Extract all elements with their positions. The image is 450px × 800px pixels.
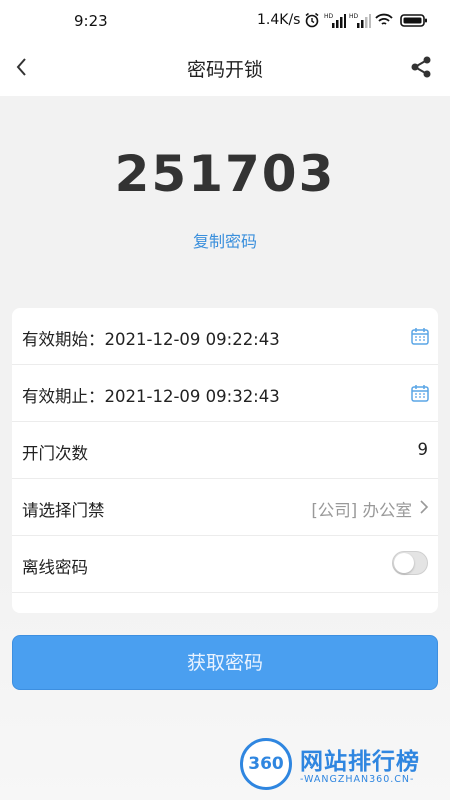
offline-password-row: 离线密码 <box>12 536 438 593</box>
valid-until-row[interactable]: 有效期止：2021-12-09 09:32:43 <box>12 365 438 422</box>
open-count-value: 9 <box>417 440 429 459</box>
password-code: 251703 <box>114 145 336 203</box>
get-password-button[interactable]: 获取密码 <box>12 635 438 690</box>
watermark-logo: 360 <box>240 738 292 790</box>
valid-from-value: 2021-12-09 09:22:43 <box>104 330 280 349</box>
valid-from-row[interactable]: 有效期始：2021-12-09 09:22:43 <box>12 308 438 365</box>
select-door-row[interactable]: 请选择门禁 [公司] 办公室 <box>12 479 438 536</box>
app-header: 密码开锁 <box>0 38 450 96</box>
signal-hd-icon: HD <box>349 13 371 28</box>
svg-text:HD: HD <box>324 13 334 20</box>
battery-icon <box>400 14 427 27</box>
offline-password-label: 离线密码 <box>22 558 88 577</box>
valid-from-label: 有效期始：2021-12-09 09:22:43 <box>22 330 280 349</box>
calendar-icon[interactable] <box>410 326 430 346</box>
toggle-knob <box>394 553 414 573</box>
status-bar: 9:23 1.4K/s HD HD <box>0 0 450 38</box>
watermark-title: 网站排行榜 <box>300 749 420 775</box>
page-title: 密码开锁 <box>186 59 263 81</box>
watermark: 360 网站排行榜 -WANGZHAN360.CN- <box>240 738 445 798</box>
offline-password-toggle[interactable] <box>392 551 428 575</box>
calendar-icon[interactable] <box>410 383 430 403</box>
valid-until-label: 有效期止：2021-12-09 09:32:43 <box>22 387 280 406</box>
chevron-right-icon <box>420 500 429 514</box>
select-door-label: 请选择门禁 <box>22 501 105 520</box>
open-count-label: 开门次数 <box>22 444 88 463</box>
network-speed: 1.4K/s <box>257 12 301 28</box>
open-count-row[interactable]: 开门次数 9 <box>12 422 438 479</box>
signal-hd-icon: HD <box>324 13 346 28</box>
svg-text:HD: HD <box>349 13 359 20</box>
selected-door-value: [公司] 办公室 <box>311 501 412 520</box>
share-icon[interactable] <box>408 54 434 80</box>
alarm-icon <box>305 12 319 28</box>
settings-card: 有效期始：2021-12-09 09:22:43 有效期止：2021-12-09… <box>12 308 438 613</box>
watermark-subtitle: -WANGZHAN360.CN- <box>300 774 415 785</box>
copy-password-link[interactable]: 复制密码 <box>193 232 257 251</box>
wifi-icon <box>375 13 393 25</box>
copy-password-link-row: 复制密码 <box>0 228 450 252</box>
status-time: 9:23 <box>74 12 108 30</box>
valid-until-value: 2021-12-09 09:32:43 <box>104 387 280 406</box>
